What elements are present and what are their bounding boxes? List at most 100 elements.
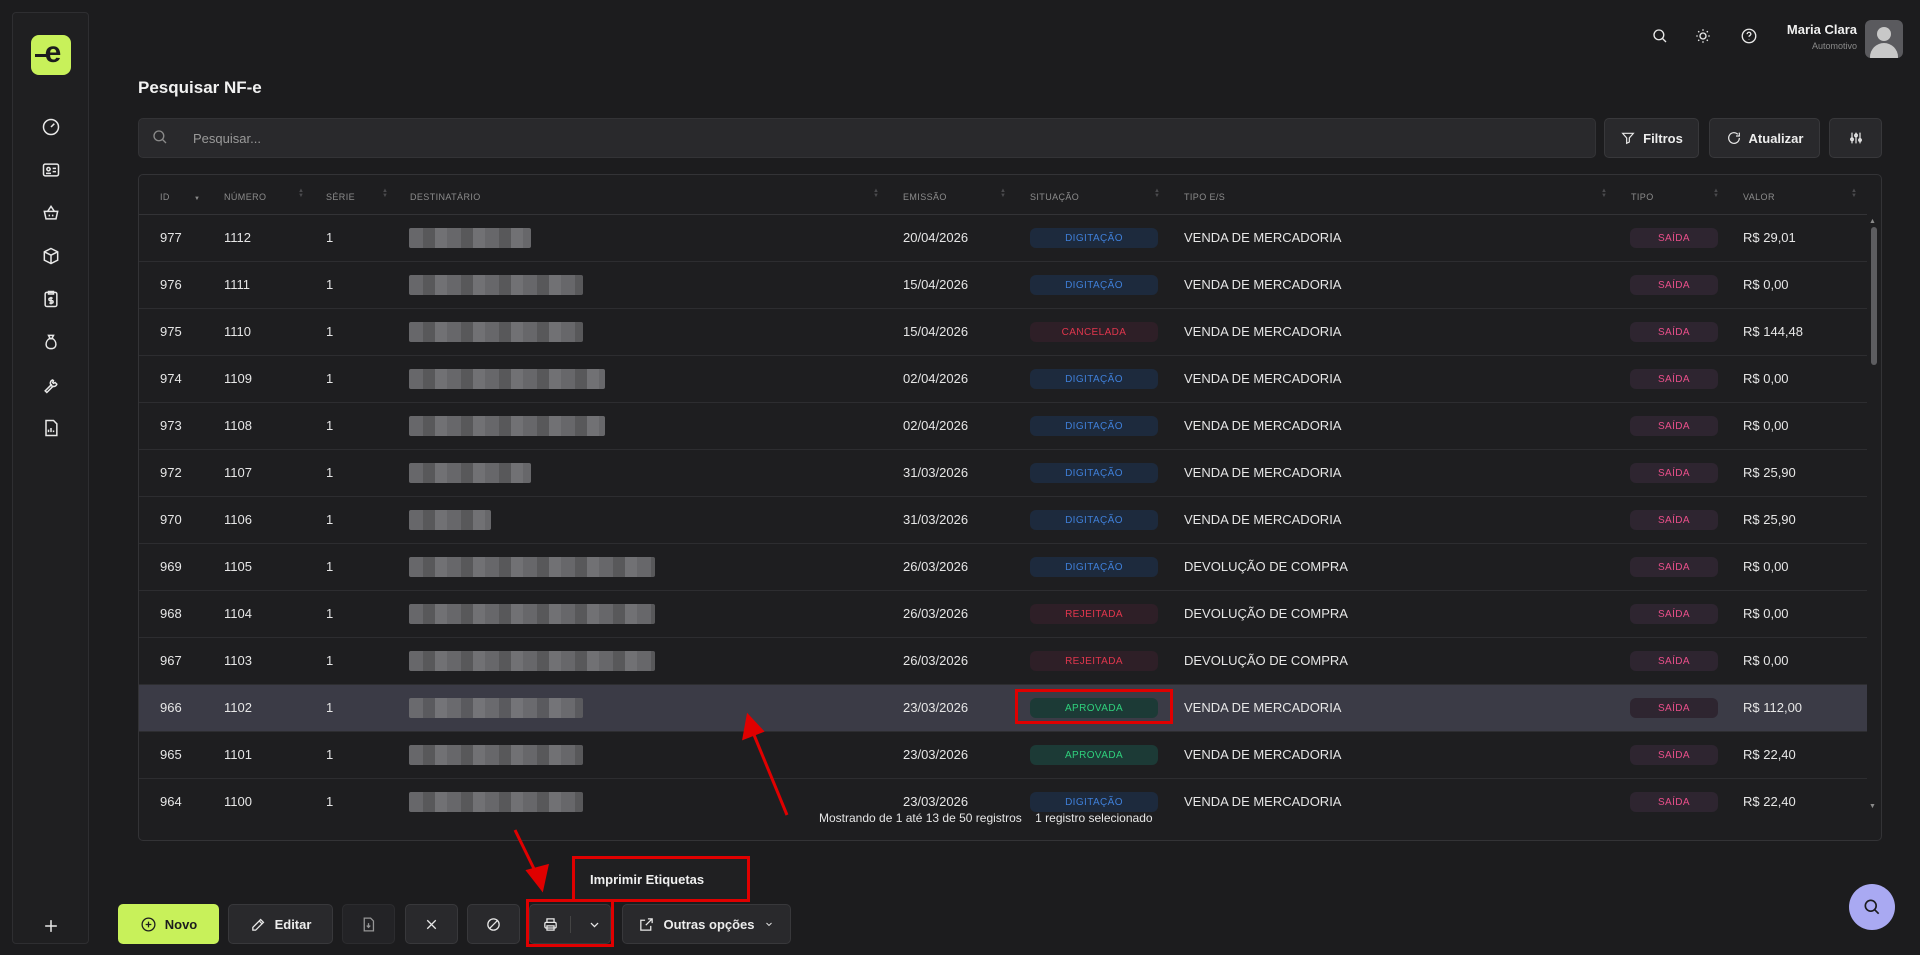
cell-serie: 1: [326, 324, 334, 339]
search-input[interactable]: [193, 130, 1573, 146]
column-header-emissao[interactable]: EMISSÃO: [903, 192, 947, 202]
dashboard-icon[interactable]: [39, 115, 63, 139]
column-header-situacao[interactable]: SITUAÇÃO: [1030, 192, 1079, 202]
print-labels-menu-item[interactable]: Imprimir Etiquetas: [590, 872, 704, 887]
close-icon: [426, 919, 437, 929]
cell-tipo-es: VENDA DE MERCADORIA: [1184, 324, 1342, 339]
column-header-tipo-es[interactable]: TIPO E/S: [1184, 192, 1225, 202]
cancel-button[interactable]: [405, 904, 458, 944]
avatar[interactable]: [1865, 20, 1903, 58]
table-row[interactable]: 969 1105 1 26/03/2026 DIGITAÇÃO DEVOLUÇÃO DE …: [139, 544, 1867, 591]
more-options-button[interactable]: Outras opções: [622, 904, 791, 944]
table-row[interactable]: 974 1109 1 02/04/2026 DIGITAÇÃO VENDA DE MERC…: [139, 356, 1867, 403]
theme-sun-icon[interactable]: [1692, 25, 1714, 47]
table-row[interactable]: 972 1107 1 31/03/2026 DIGITAÇÃO VENDA DE MERC…: [139, 450, 1867, 497]
cell-tipo-es: VENDA DE MERCADORIA: [1184, 230, 1342, 245]
table-row[interactable]: 967 1103 1 26/03/2026 REJEITADA DEVOLUÇÃO DE …: [139, 638, 1867, 685]
user-name[interactable]: Maria Clara: [1787, 22, 1857, 37]
clipboard-money-icon[interactable]: [39, 287, 63, 311]
help-icon[interactable]: [1738, 25, 1760, 47]
type-badge: SAÍDA: [1630, 604, 1718, 624]
table-row[interactable]: 977 1112 1 20/04/2026 DIGITAÇÃO VENDA DE MERC…: [139, 215, 1867, 262]
table-row[interactable]: 976 1111 1 15/04/2026 DIGITAÇÃO VENDA DE MERC…: [139, 262, 1867, 309]
filters-button[interactable]: Filtros: [1604, 118, 1699, 158]
cell-id: 970: [160, 512, 182, 527]
box-icon[interactable]: [39, 244, 63, 268]
cell-numero: 1103: [224, 653, 252, 668]
cell-emissao: 23/03/2026: [903, 700, 969, 715]
sort-icon[interactable]: ▲ ▼: [1000, 188, 1006, 199]
tools-icon[interactable]: [39, 373, 63, 397]
status-badge: DIGITAÇÃO: [1030, 463, 1158, 483]
type-badge: SAÍDA: [1630, 745, 1718, 765]
plus-circle-icon: [141, 916, 156, 932]
sort-icon[interactable]: ▲ ▼: [1601, 188, 1607, 199]
refresh-button[interactable]: Atualizar: [1709, 118, 1820, 158]
filter-icon: [1621, 132, 1635, 145]
cell-serie: 1: [326, 747, 334, 762]
add-icon[interactable]: [39, 914, 63, 938]
sliders-icon: [1849, 132, 1862, 144]
cell-id: 973: [160, 418, 182, 433]
cell-numero: 1106: [224, 512, 252, 527]
cell-tipo-es: DEVOLUÇÃO DE COMPRA: [1184, 606, 1348, 621]
sort-icon[interactable]: ▲ ▼: [1851, 188, 1857, 199]
sort-icon[interactable]: ▲ ▼: [873, 188, 879, 199]
scroll-up-icon[interactable]: ▲: [1869, 218, 1876, 225]
basket-icon[interactable]: [39, 201, 63, 225]
cell-valor: R$ 0,00: [1743, 371, 1789, 386]
contacts-card-icon[interactable]: [39, 158, 63, 182]
cell-valor: R$ 25,90: [1743, 512, 1796, 527]
app-logo[interactable]: e: [31, 35, 71, 75]
table-row[interactable]: 966 1102 1 23/03/2026 APROVADA VENDA DE MERCA…: [139, 685, 1867, 732]
table-row[interactable]: 970 1106 1 31/03/2026 DIGITAÇÃO VENDA DE MERC…: [139, 497, 1867, 544]
cell-valor: R$ 0,00: [1743, 653, 1789, 668]
cell-emissao: 31/03/2026: [903, 512, 969, 527]
status-badge: REJEITADA: [1030, 604, 1158, 624]
cell-valor: R$ 144,48: [1743, 324, 1803, 339]
column-header-destinatario[interactable]: DESTINATÁRIO: [410, 192, 481, 202]
cell-numero: 1101: [224, 747, 252, 762]
table-row[interactable]: 965 1101 1 23/03/2026 APROVADA VENDA DE MERCA…: [139, 732, 1867, 779]
sort-icon[interactable]: ▲ ▼: [382, 188, 388, 199]
table-row[interactable]: 973 1108 1 02/04/2026 DIGITAÇÃO VENDA DE MERC…: [139, 403, 1867, 450]
column-header-numero[interactable]: NÚMERO: [224, 192, 266, 202]
column-header-tipo[interactable]: TIPO: [1631, 192, 1654, 202]
column-header-serie[interactable]: SÉRIE: [326, 192, 355, 202]
type-badge: SAÍDA: [1630, 651, 1718, 671]
import-file-button[interactable]: [342, 904, 395, 944]
cell-id: 965: [160, 747, 182, 762]
cell-id: 967: [160, 653, 182, 668]
table-row[interactable]: 975 1110 1 15/04/2026 CANCELADA VENDA DE MERC…: [139, 309, 1867, 356]
sort-icon[interactable]: ▲ ▼: [1713, 188, 1719, 199]
scroll-down-icon[interactable]: ▼: [1869, 803, 1876, 810]
sort-icon[interactable]: ▲ ▼: [1154, 188, 1160, 199]
scrollbar-thumb[interactable]: [1871, 227, 1877, 365]
edit-button[interactable]: Editar: [228, 904, 333, 944]
table-row[interactable]: 968 1104 1 26/03/2026 REJEITADA DEVOLUÇÃO DE …: [139, 591, 1867, 638]
cell-emissao: 26/03/2026: [903, 606, 969, 621]
floating-search-button[interactable]: [1849, 884, 1895, 930]
cell-tipo-es: VENDA DE MERCADORIA: [1184, 747, 1342, 762]
money-bag-icon[interactable]: [39, 330, 63, 354]
search-field-icon: [151, 128, 171, 148]
cell-id: 974: [160, 371, 182, 386]
sort-desc-icon[interactable]: ▼: [194, 196, 200, 202]
external-link-icon: [640, 917, 654, 931]
cell-valor: R$ 0,00: [1743, 559, 1789, 574]
table-footer: Mostrando de 1 até 13 de 50 registros 1 …: [819, 811, 1163, 825]
type-badge: SAÍDA: [1630, 228, 1718, 248]
table-row[interactable]: 964 1100 1 23/03/2026 DIGITAÇÃO VENDA DE MERC…: [139, 779, 1867, 815]
table-scrollbar[interactable]: ▲ ▼: [1869, 215, 1877, 815]
search-icon[interactable]: [1649, 25, 1671, 47]
new-button[interactable]: Novo: [118, 904, 219, 944]
redacted-recipient: [409, 557, 655, 577]
column-settings-button[interactable]: [1829, 118, 1882, 158]
redacted-recipient: [409, 369, 605, 389]
type-badge: SAÍDA: [1630, 322, 1718, 342]
report-icon[interactable]: [39, 416, 63, 440]
disable-button[interactable]: [467, 904, 520, 944]
column-header-valor[interactable]: VALOR: [1743, 192, 1775, 202]
sort-icon[interactable]: ▲ ▼: [298, 188, 304, 199]
column-header-id[interactable]: ID: [160, 192, 170, 202]
